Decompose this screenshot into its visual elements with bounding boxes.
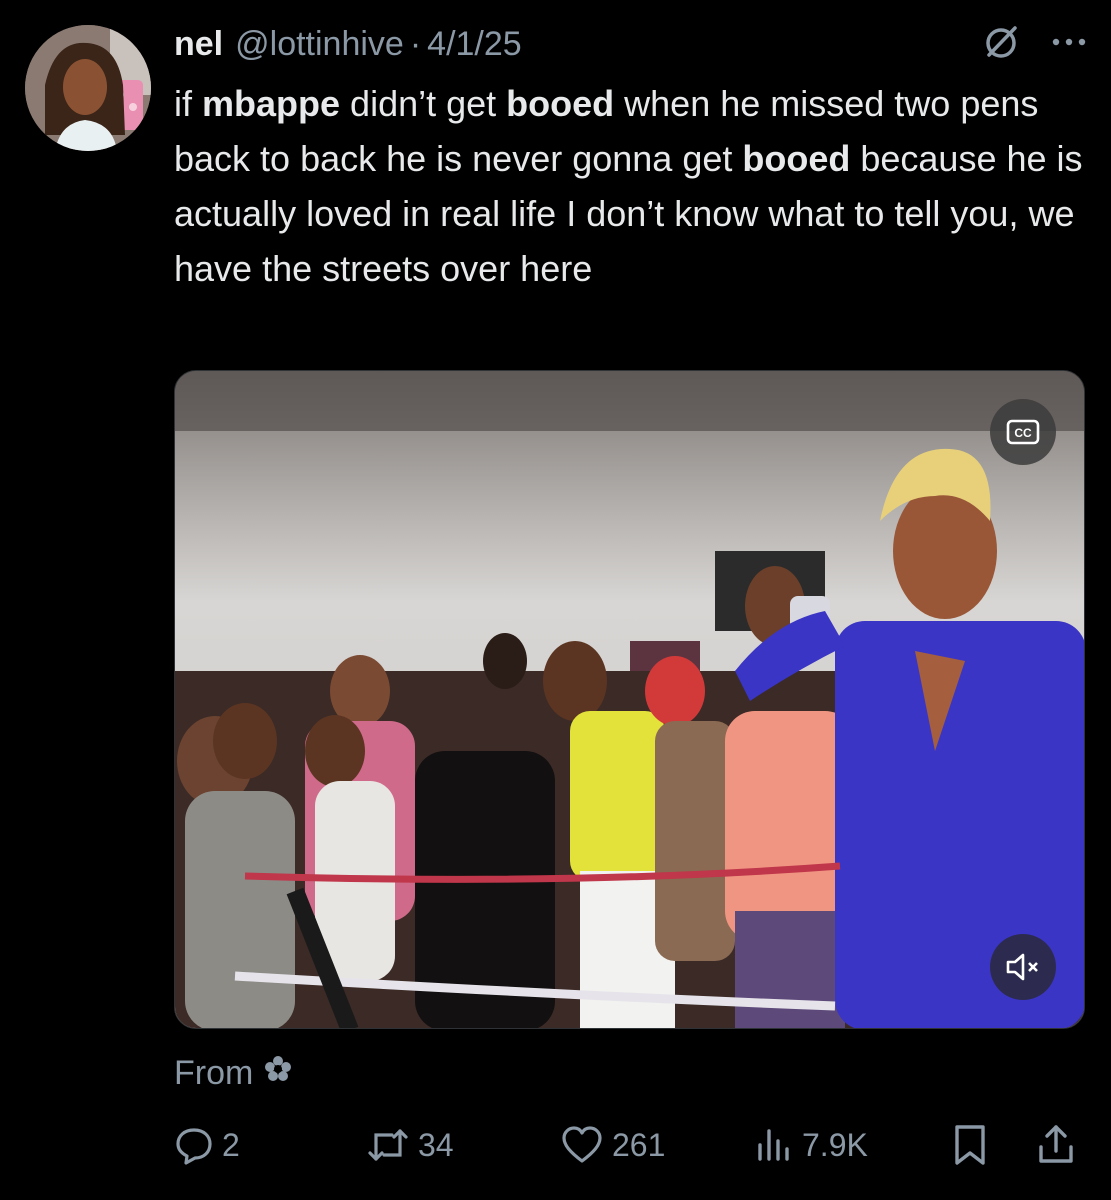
- svg-text:CC: CC: [1014, 426, 1032, 440]
- header-icons: [981, 22, 1089, 67]
- video-frame: [175, 371, 1084, 1028]
- avatar[interactable]: [25, 25, 151, 151]
- like-count: 261: [612, 1126, 666, 1163]
- heart-icon: [562, 1126, 602, 1163]
- reply-icon: [176, 1128, 212, 1165]
- post-date[interactable]: 4/1/25: [427, 25, 522, 64]
- repost-count: 34: [418, 1126, 454, 1163]
- grok-icon[interactable]: [981, 22, 1021, 67]
- text-segment: if: [174, 83, 203, 124]
- views-count: 7.9K: [802, 1126, 868, 1163]
- mute-button[interactable]: [990, 934, 1056, 1000]
- bold-text-segment: mbappe: [202, 83, 341, 124]
- share-icon: [1039, 1125, 1073, 1163]
- closed-captions-icon: CC: [1006, 419, 1040, 445]
- display-name[interactable]: nel: [174, 25, 223, 64]
- reply-count: 2: [222, 1126, 240, 1163]
- tweet-text: if mbappe didn’t get booed when he misse…: [174, 76, 1084, 296]
- bold-text-segment: booed: [742, 138, 851, 179]
- captions-button[interactable]: CC: [990, 399, 1056, 465]
- action-bar: 2 34 261 7.9K: [174, 1118, 1084, 1172]
- tweet: nel @lottinhive · 4/1/25 if mbappe didn’…: [0, 0, 1111, 1200]
- repost-icon: [368, 1129, 408, 1161]
- share-button[interactable]: [1036, 1118, 1084, 1172]
- repost-button[interactable]: 34: [366, 1118, 454, 1172]
- reply-button[interactable]: 2: [174, 1118, 240, 1172]
- from-label: From: [174, 1054, 254, 1092]
- flower-icon[interactable]: [263, 1054, 293, 1093]
- bookmark-icon: [955, 1125, 985, 1165]
- tweet-header: nel @lottinhive · 4/1/25: [174, 20, 522, 68]
- handle[interactable]: @lottinhive: [235, 25, 404, 64]
- views-button[interactable]: 7.9K: [754, 1118, 868, 1172]
- speaker-muted-icon: [1006, 953, 1038, 981]
- bookmark-button[interactable]: [950, 1118, 998, 1172]
- views-chart-icon: [758, 1129, 789, 1161]
- media-video[interactable]: CC: [174, 370, 1085, 1029]
- text-segment: didn’t get: [340, 83, 507, 124]
- more-options-icon[interactable]: [1049, 22, 1089, 67]
- source-attribution: From: [174, 1054, 293, 1093]
- separator-dot: ·: [409, 24, 422, 63]
- like-button[interactable]: 261: [560, 1118, 665, 1172]
- avatar-photo: [25, 25, 151, 151]
- bold-text-segment: booed: [506, 83, 615, 124]
